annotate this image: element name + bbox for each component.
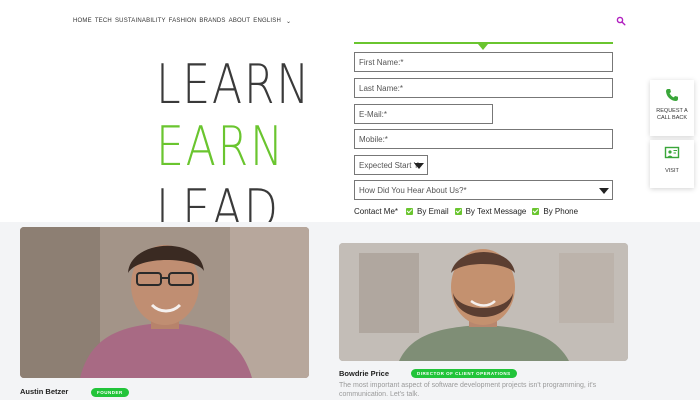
team-member-name: Bowdrie Price	[339, 369, 390, 378]
nav-item-english[interactable]: ENGLISH	[253, 18, 281, 25]
nav-item-home[interactable]: HOME	[73, 18, 92, 25]
checkbox-label: By Text Message	[465, 207, 527, 216]
dropdown-arrow-icon[interactable]	[414, 163, 424, 169]
role-badge: FOUNDER	[91, 388, 129, 397]
first-name-placeholder: First Name:*	[359, 58, 404, 67]
checkbox-label: By Phone	[543, 207, 579, 216]
hero-word-earn: EARN	[156, 115, 285, 178]
checkbox-checked-icon[interactable]	[454, 208, 462, 215]
nav-item-tech[interactable]: TECH	[95, 18, 112, 25]
team-member-name: Austin Betzer	[20, 387, 69, 396]
last-name-placeholder: Last Name:*	[359, 84, 404, 93]
nav-item-about[interactable]: ABOUT	[229, 18, 251, 25]
visit-label: VISIT	[665, 168, 679, 174]
checkbox-by-phone[interactable]: By Phone	[532, 207, 578, 216]
dropdown-arrow-icon[interactable]	[599, 188, 609, 194]
email-field[interactable]: E-Mail:*	[354, 104, 493, 124]
phone-icon	[666, 89, 678, 101]
portrait-image	[339, 243, 628, 361]
request-callback-label: REQUEST A CALL BACK	[656, 108, 688, 122]
expected-start-select[interactable]: Expected Start Y	[354, 155, 428, 175]
nav-item-brands[interactable]: BRANDS	[199, 18, 225, 25]
request-callback-widget[interactable]: REQUEST A CALL BACK	[650, 80, 694, 136]
checkbox-label: By Email	[417, 207, 449, 216]
chevron-down-icon[interactable]: ⌄	[286, 18, 291, 25]
checkbox-checked-icon[interactable]	[406, 208, 414, 215]
expected-start-value: Expected Start Y	[359, 161, 419, 170]
top-nav: HOME TECH SUSTAINABILITY FASHION BRANDS …	[73, 18, 291, 25]
last-name-field[interactable]: Last Name:*	[354, 78, 613, 98]
first-name-field[interactable]: First Name:*	[354, 52, 613, 72]
team-member-photo	[20, 227, 309, 378]
presentation-icon	[664, 146, 680, 159]
portrait-image	[20, 227, 309, 378]
nav-item-sustainability[interactable]: SUSTAINABILITY	[115, 18, 166, 25]
contact-preferences: Contact Me* By Email By Text Message By …	[354, 207, 584, 216]
team-member-photo	[339, 243, 628, 361]
visit-widget[interactable]: VISIT	[650, 140, 694, 188]
nav-item-fashion[interactable]: FASHION	[169, 18, 197, 25]
checkbox-by-text-message[interactable]: By Text Message	[454, 207, 527, 216]
mobile-placeholder: Mobile:*	[359, 135, 388, 144]
page: HOME TECH SUSTAINABILITY FASHION BRANDS …	[0, 0, 700, 400]
how-did-you-hear-select[interactable]: How Did You Hear About Us?*	[354, 180, 613, 200]
team-member-bio: The most important aspect of software de…	[339, 382, 597, 398]
hero-word-learn: LEARN	[156, 53, 312, 116]
contact-label: Contact Me*	[354, 207, 399, 216]
how-did-you-hear-value: How Did You Hear About Us?*	[359, 186, 467, 195]
search-icon[interactable]	[616, 16, 626, 26]
checkbox-checked-icon[interactable]	[532, 208, 540, 215]
checkbox-by-email[interactable]: By Email	[406, 207, 449, 216]
role-badge: DIRECTOR OF CLIENT OPERATIONS	[411, 369, 517, 378]
email-placeholder: E-Mail:*	[359, 110, 388, 119]
mobile-field[interactable]: Mobile:*	[354, 129, 613, 149]
form-pointer-icon	[478, 44, 488, 50]
